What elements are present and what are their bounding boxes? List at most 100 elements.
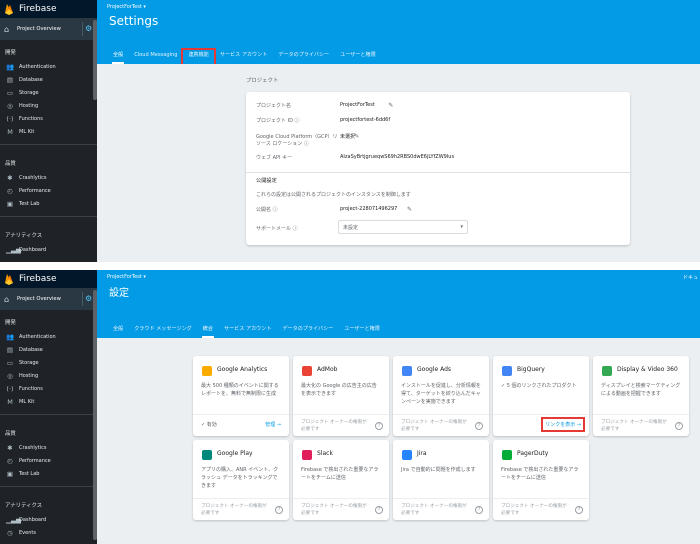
tab[interactable]: サービス アカウント: [220, 325, 275, 338]
database-icon: ▤: [6, 75, 14, 84]
sidebar-brand[interactable]: Firebase: [0, 0, 97, 18]
settings-row-value: AIzaSyBrtjgrueqwS69h2RBS0dwE6jLYfZW9Ius: [340, 154, 455, 160]
sidebar-item-ml-kit[interactable]: M ML Kit: [0, 125, 97, 138]
sidebar-item-database[interactable]: ▤ Database: [0, 73, 97, 86]
hosting-icon: ◎: [7, 101, 13, 110]
tab[interactable]: 全般: [109, 51, 127, 64]
tab[interactable]: ユーザーと権限: [336, 51, 380, 64]
sidebar-item-label: Database: [19, 346, 43, 353]
sidebar-item-functions[interactable]: (·) Functions: [0, 382, 97, 395]
permission-note: プロジェクト オーナーの権限が必要です: [401, 504, 467, 516]
integration-title: Google Play: [217, 450, 253, 457]
tab[interactable]: クラウド メッセージング: [130, 325, 196, 338]
sidebar-item-database[interactable]: ▤ Database: [0, 343, 97, 356]
pencil-icon[interactable]: ✎: [388, 102, 393, 109]
pencil-icon[interactable]: ✎: [407, 206, 412, 213]
sidebar-item-label: Storage: [19, 89, 39, 96]
project-card: プロジェクト名 ProjectForTest ✎ プロジェクト ID ⓘ project…: [246, 92, 630, 245]
sidebar: Firebase ⌂ Project Overview ⚙ 開発 👥 Authent…: [0, 270, 97, 544]
dashboard-icon: ▁▃▅: [6, 245, 21, 254]
dv360-icon: [601, 362, 613, 376]
tab[interactable]: Cloud Messaging: [130, 52, 181, 64]
tab[interactable]: サービス アカウント: [216, 51, 271, 64]
permission-note: プロジェクト オーナーの権限が必要です: [201, 504, 267, 516]
manage-link[interactable]: 管理 →: [265, 421, 281, 428]
integration-description: Firebase で検出された重要なアラートをチームに送信: [501, 467, 579, 481]
tab[interactable]: データのプライバシー: [274, 51, 333, 64]
integration-card[interactable]: AdMob 最大化の Google の広告主の広告を表示できます プロジェクト オー…: [293, 356, 389, 436]
integration-card[interactable]: Display & Video 360 ディスプレイと検索マーケティングによる動画…: [593, 356, 689, 436]
sidebar-item-hosting[interactable]: ◎ Hosting: [0, 99, 97, 112]
pagerduty-icon: [501, 446, 513, 460]
functions-icon: (·): [6, 114, 14, 123]
project-overview-item[interactable]: ⌂ Project Overview ⚙: [0, 18, 97, 40]
sidebar-item-storage[interactable]: ▭ Storage: [0, 356, 97, 369]
help-icon[interactable]: ?: [675, 422, 683, 430]
sidebar-item-ml-kit[interactable]: M ML Kit: [0, 395, 97, 408]
integration-card[interactable]: Google Ads インストールを促進し、分析情報を得て、ターゲットを絞り込んだ…: [393, 356, 489, 436]
sidebar-item-storage[interactable]: ▭ Storage: [0, 86, 97, 99]
sidebar-item-crashlytics[interactable]: ✱ Crashlytics: [0, 171, 97, 184]
sidebar-item-label: Hosting: [19, 372, 39, 379]
tab[interactable]: 統合: [199, 325, 217, 338]
integration-description: Firebase で検出された重要なアラートをチームに送信: [301, 467, 379, 481]
help-icon[interactable]: ?: [475, 506, 483, 514]
help-icon[interactable]: ?: [575, 506, 583, 514]
help-icon[interactable]: ?: [375, 506, 383, 514]
chevron-down-icon: ▾: [460, 224, 463, 230]
support-email-select[interactable]: 未設定 ▾: [338, 220, 468, 234]
mlkit-icon: M: [7, 397, 13, 406]
sidebar-item-dashboard[interactable]: ▁▃▅ Dashboard: [0, 243, 97, 256]
tab[interactable]: データのプライバシー: [278, 325, 337, 338]
crashlytics-icon: ✱: [7, 173, 13, 182]
gear-icon[interactable]: ⚙: [85, 295, 93, 303]
storage-icon: ▭: [6, 358, 14, 367]
integration-card[interactable]: PagerDuty Firebase で検出された重要なアラートをチームに送信 プロ…: [493, 440, 589, 520]
sidebar-item-performance[interactable]: ◴ Performance: [0, 184, 97, 197]
docs-link[interactable]: ドキュ: [683, 274, 698, 281]
integration-title: Google Ads: [417, 366, 451, 373]
project-selector[interactable]: ProjectForTest ▾: [97, 0, 700, 14]
sidebar-item-test-lab[interactable]: ▣ Test Lab: [0, 197, 97, 210]
integration-card[interactable]: Slack Firebase で検出された重要なアラートをチームに送信 プロジェクト…: [293, 440, 389, 520]
public-settings-heading: 公開設定: [256, 178, 277, 184]
pencil-icon[interactable]: ✎: [354, 133, 359, 140]
sidebar-item-test-lab[interactable]: ▣ Test Lab: [0, 467, 97, 480]
sidebar-item-hosting[interactable]: ◎ Hosting: [0, 369, 97, 382]
people-icon: 👥: [6, 332, 15, 341]
project-selector[interactable]: ProjectForTest ▾: [97, 270, 700, 284]
sidebar-item-label: Dashboard: [19, 246, 47, 253]
settings-row-label: プロジェクト名: [256, 103, 292, 109]
sidebar-section-title: アナリティクス: [5, 503, 43, 509]
tab[interactable]: 連携機能: [181, 48, 216, 67]
integration-card[interactable]: Google Play アプリの購入、ANR イベント、クラッシュ データをトラッ…: [193, 440, 289, 520]
help-icon[interactable]: ?: [375, 422, 383, 430]
integration-card[interactable]: BigQuery ✓ 5 個のリンクされたプロダクト リンクを表示 →: [493, 356, 589, 436]
integration-description: Jira で自動的に問題を作成します: [401, 467, 476, 473]
sidebar-item-crashlytics[interactable]: ✱ Crashlytics: [0, 441, 97, 454]
sidebar-section-title: 開発: [5, 50, 16, 56]
sidebar-item-authentication[interactable]: 👥 Authentication: [0, 60, 97, 73]
integration-card[interactable]: Google Analytics 最大 500 種類のイベントに関するレポートを、…: [193, 356, 289, 436]
sidebar-item-performance[interactable]: ◴ Performance: [0, 454, 97, 467]
sidebar-brand[interactable]: Firebase: [0, 270, 97, 288]
help-icon[interactable]: ?: [475, 422, 483, 430]
sidebar-item-authentication[interactable]: 👥 Authentication: [0, 330, 97, 343]
view-links-button[interactable]: リンクを表示 →: [541, 417, 585, 432]
sidebar-item-dashboard[interactable]: ▁▃▅ Dashboard: [0, 513, 97, 526]
gear-icon[interactable]: ⚙: [85, 25, 93, 33]
bigquery-icon: [501, 362, 513, 376]
hosting-icon: ◎: [7, 371, 13, 380]
main-content: Google Analytics 最大 500 種類のイベントに関するレポートを、…: [97, 338, 700, 544]
sidebar-item-functions[interactable]: (·) Functions: [0, 112, 97, 125]
sidebar-section-title: 開発: [5, 320, 16, 326]
brand-name: Firebase: [19, 4, 57, 14]
integration-card[interactable]: Jira Jira で自動的に問題を作成します プロジェクト オーナーの権限が必要で…: [393, 440, 489, 520]
sidebar-section-title: 品質: [5, 431, 16, 437]
help-icon[interactable]: ?: [275, 506, 283, 514]
settings-row-label: プロジェクト ID ⓘ: [256, 118, 300, 124]
tab[interactable]: 全般: [109, 325, 127, 338]
sidebar-item-events[interactable]: ◷ Events: [0, 526, 97, 539]
project-overview-item[interactable]: ⌂ Project Overview ⚙: [0, 288, 97, 310]
tab[interactable]: ユーザーと権限: [340, 325, 384, 338]
